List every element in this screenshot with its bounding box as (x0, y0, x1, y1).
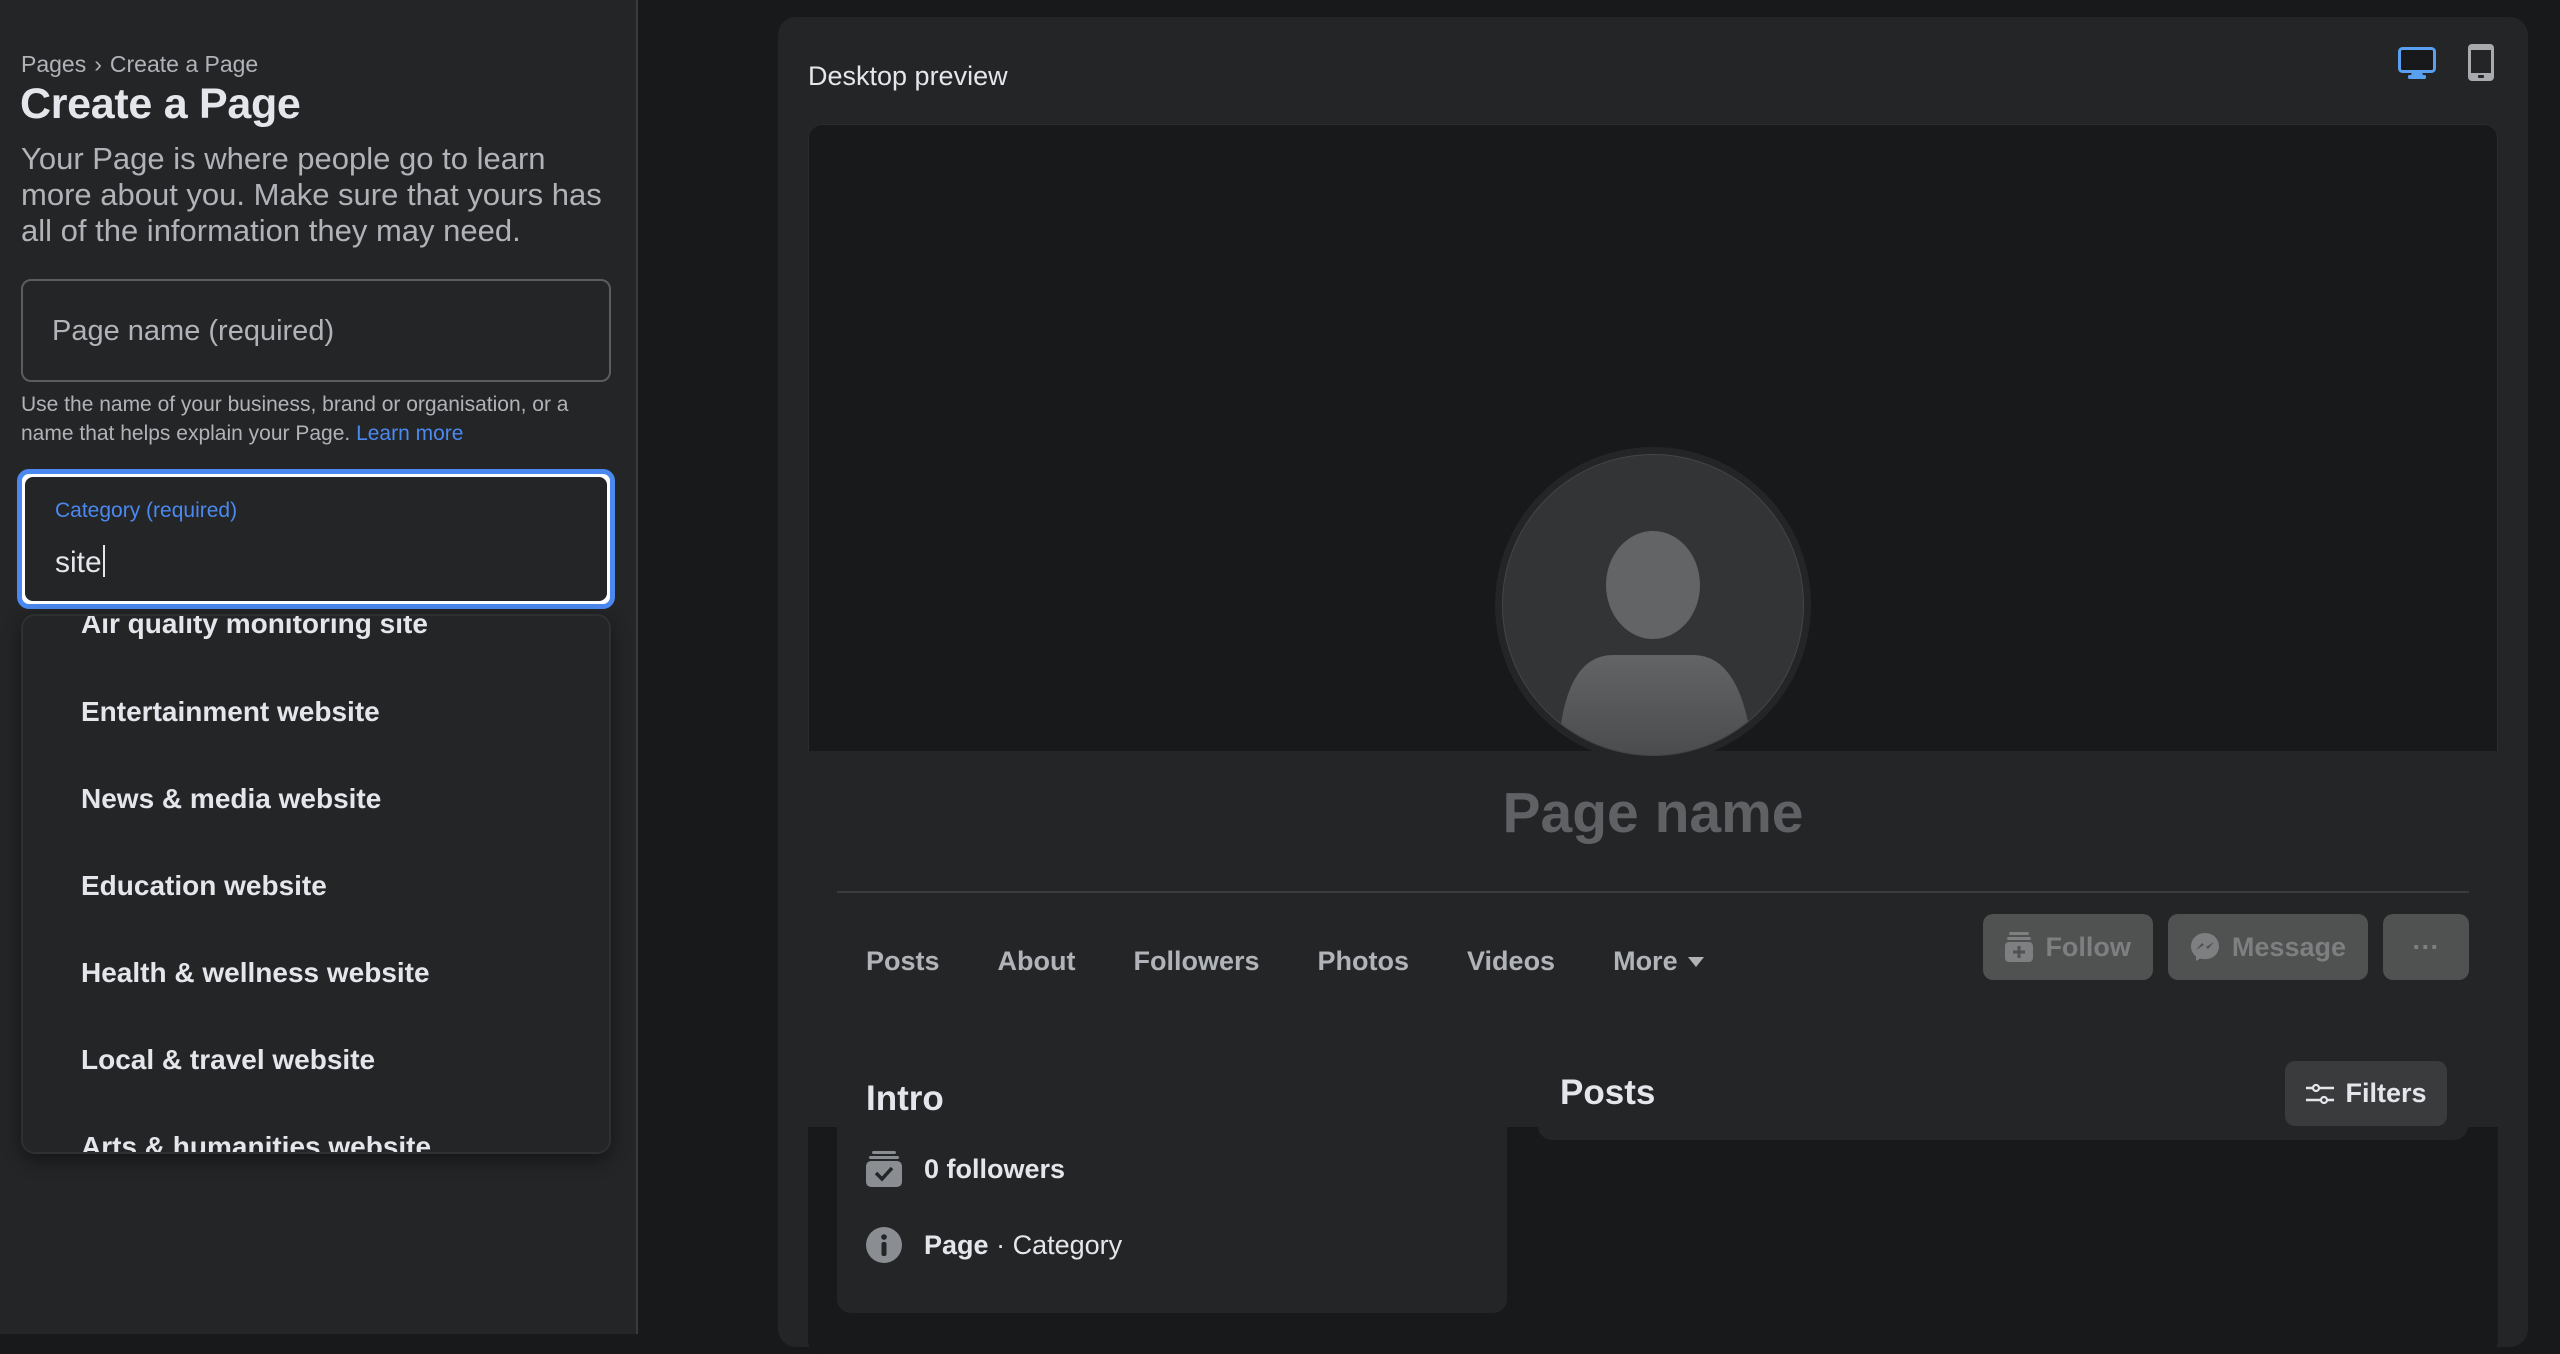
suggestion-item[interactable]: Education website (23, 846, 609, 926)
caret-down-icon (1687, 956, 1704, 967)
breadcrumb-current: Create a Page (109, 51, 259, 77)
category-input-inner[interactable]: Category (required) site (25, 477, 607, 601)
default-avatar-icon (1502, 454, 1804, 756)
suggestion-item[interactable]: Air quality monitoring site (23, 616, 609, 664)
page-name-placeholder: Page name (required) (52, 315, 335, 347)
tab-label: Videos (1467, 946, 1556, 976)
suggestion-item[interactable]: News & media website (23, 759, 609, 839)
posts-card: Posts Filters (1538, 1047, 2468, 1140)
page-name-helper: Use the name of your business, brand or … (21, 390, 611, 448)
follow-label: Follow (2045, 931, 2131, 962)
mobile-icon[interactable] (2468, 44, 2494, 81)
tab-about[interactable]: About (969, 946, 1105, 977)
page-title: Create a Page (20, 80, 301, 128)
followers-count: 0 followers (924, 1153, 1066, 1184)
page-category-text: Page · Category (924, 1230, 1122, 1261)
followers-row: 0 followers (866, 1151, 1065, 1187)
profile-avatar (1495, 447, 1811, 763)
page-label: Page (924, 1229, 989, 1260)
page-description: Your Page is where people go to learn mo… (21, 141, 602, 248)
intro-title: Intro (866, 1079, 944, 1118)
tab-label: Photos (1317, 946, 1410, 976)
category-suggestions-dropdown: Air quality monitoring site Entertainmen… (21, 614, 611, 1154)
category-label: Category (required) (55, 499, 238, 522)
info-icon (866, 1227, 902, 1263)
category-typed-text: site (55, 546, 102, 579)
suggestion-item[interactable]: Entertainment website (23, 672, 609, 752)
helper-text: Use the name of your business, brand or … (21, 393, 569, 445)
tab-photos[interactable]: Photos (1289, 946, 1439, 977)
tab-videos[interactable]: Videos (1438, 946, 1584, 977)
page-name-input[interactable]: Page name (required) (21, 279, 611, 382)
follow-icon (2005, 932, 2034, 962)
followers-icon (866, 1151, 902, 1187)
suggestion-item[interactable]: Local & travel website (23, 1020, 609, 1100)
preview-title: Desktop preview (808, 61, 1008, 91)
tab-posts[interactable]: Posts (837, 946, 969, 977)
desktop-icon[interactable] (2398, 47, 2436, 81)
dot-separator: · (996, 1229, 1006, 1260)
create-page-sidebar: Pages › Create a Page Create a Page Your… (0, 0, 638, 1334)
tab-followers[interactable]: Followers (1105, 946, 1289, 977)
more-dots-icon: ··· (2412, 931, 2440, 962)
learn-more-link[interactable]: Learn more (356, 422, 463, 445)
breadcrumb-separator: › (94, 51, 102, 77)
messenger-icon (2190, 933, 2219, 961)
filters-button[interactable]: Filters (2285, 1061, 2447, 1126)
suggestion-item[interactable]: Arts & humanities website (23, 1107, 609, 1152)
intro-card: Intro 0 followers Page · Category (837, 1047, 1507, 1313)
follow-button[interactable]: Follow (1983, 914, 2153, 980)
category-input[interactable]: Category (required) site (17, 469, 615, 609)
message-label: Message (2231, 931, 2346, 962)
suggestion-item[interactable]: Health & wellness website (23, 933, 609, 1013)
breadcrumb-pages[interactable]: Pages (21, 51, 86, 78)
page-tabs: Posts About Followers Photos Videos More (837, 924, 1733, 999)
message-button[interactable]: Message (2167, 914, 2368, 980)
filters-icon (2306, 1083, 2335, 1104)
tab-label: About (997, 946, 1076, 976)
preview-page-name: Page name (1502, 781, 1804, 845)
more-options-button[interactable]: ··· (2383, 914, 2469, 980)
breadcrumb: Pages › Create a Page (21, 51, 258, 78)
posts-title: Posts (1560, 1073, 1656, 1112)
tab-more[interactable]: More (1584, 946, 1733, 977)
text-cursor (102, 545, 105, 577)
category-row: Page · Category (866, 1227, 1122, 1263)
tab-label: Followers (1133, 946, 1260, 976)
header-divider (837, 891, 2469, 893)
category-value[interactable]: site (55, 545, 105, 580)
tab-label: More (1613, 946, 1678, 976)
filters-label: Filters (2345, 1078, 2427, 1108)
page-actions: Follow Message ··· (1983, 914, 2469, 980)
category-placeholder: Category (1012, 1229, 1123, 1260)
desktop-preview-panel: Desktop preview Page name Posts About Fo… (778, 17, 2528, 1354)
page-preview: Page name Posts About Followers Photos V… (808, 124, 2498, 1354)
tab-label: Posts (866, 946, 940, 976)
